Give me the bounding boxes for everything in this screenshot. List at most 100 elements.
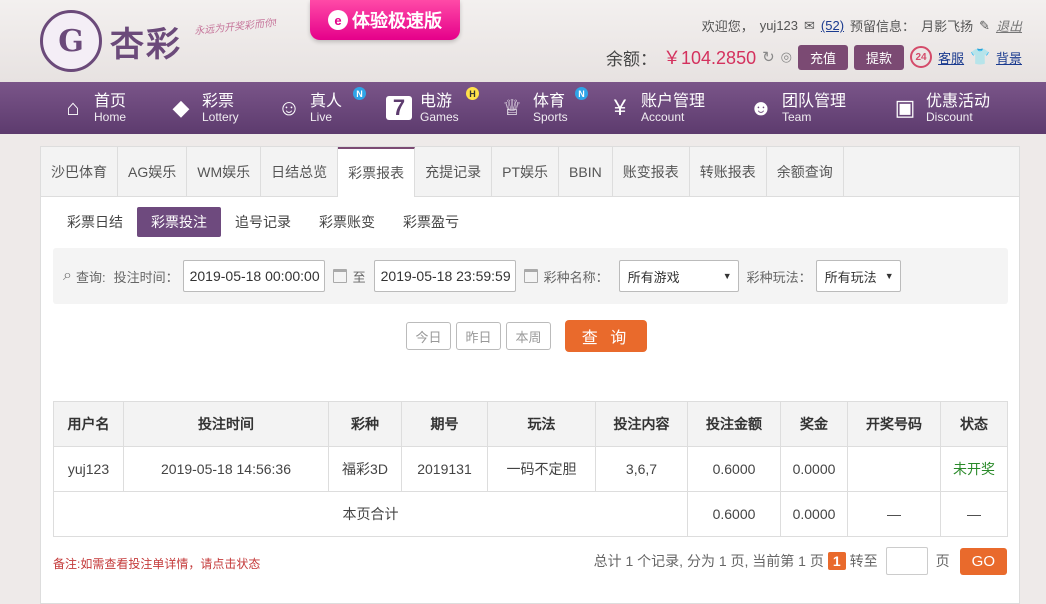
- tab-daily-summary[interactable]: 日结总览: [261, 147, 339, 196]
- lottery-icon: ◆: [172, 95, 190, 120]
- deposit-button[interactable]: 充值: [798, 44, 849, 70]
- logout-link[interactable]: 退出: [996, 16, 1022, 35]
- total-amount: 0.6000: [687, 491, 781, 537]
- chevron-down-icon: ▼: [722, 271, 732, 281]
- tab-balance-query[interactable]: 余额查询: [767, 147, 844, 196]
- balance-value: ￥104.2850: [663, 48, 757, 68]
- subtab-profit-loss[interactable]: 彩票盈亏: [389, 207, 473, 237]
- tab-pt[interactable]: PT娱乐: [492, 147, 560, 196]
- mail-count-link[interactable]: (52): [821, 18, 844, 33]
- user-info-bar: 欢迎您， yuj123 ✉ (52) 预留信息： 月影飞扬 ✎ 退出: [702, 16, 1022, 35]
- nav-live[interactable]: ☺ 真人 Live N: [276, 82, 366, 134]
- nav-label: 电游: [420, 92, 453, 110]
- subtab-bets[interactable]: 彩票投注: [137, 207, 221, 237]
- nav-label: 真人: [310, 92, 343, 110]
- total-numbers: —: [847, 491, 941, 537]
- tab-saba-sports[interactable]: 沙巴体育: [41, 147, 118, 196]
- tab-deposit-withdraw[interactable]: 充提记录: [415, 147, 493, 196]
- nav-team[interactable]: ☻ 团队管理 Team: [748, 82, 846, 134]
- calendar-icon[interactable]: [523, 269, 538, 283]
- current-page-button[interactable]: 1: [827, 552, 846, 570]
- home-icon: ⌂: [66, 95, 80, 120]
- username: yuj123: [759, 18, 799, 33]
- col-status: 状态: [940, 401, 1008, 447]
- cell-bonus: 0.0000: [780, 446, 848, 492]
- bets-table: 用户名 投注时间 彩种 期号 玩法 投注内容 投注金额 奖金 开奖号码 状态 y…: [53, 401, 1008, 537]
- page-unit-label: 页: [935, 553, 950, 569]
- total-status: —: [940, 491, 1008, 537]
- tab-account-change[interactable]: 账变报表: [613, 147, 690, 196]
- nav-games[interactable]: 7 电游 Games H: [386, 82, 479, 134]
- notice-value: 月影飞扬: [921, 19, 974, 34]
- logo[interactable]: G 杏彩: [40, 10, 182, 72]
- background-link[interactable]: 背景: [996, 48, 1022, 67]
- end-time-input[interactable]: 2019-05-18 23:59:59: [373, 260, 516, 292]
- yesterday-button[interactable]: 昨日: [456, 322, 501, 350]
- lottery-select[interactable]: 所有游戏 ▼: [618, 260, 739, 292]
- shirt-icon[interactable]: 👕: [970, 47, 990, 67]
- speed-version-button[interactable]: e 体验极速版: [310, 0, 460, 40]
- nav-home[interactable]: ⌂ 首页 Home: [60, 82, 126, 134]
- hide-balance-icon[interactable]: ◎: [781, 49, 792, 65]
- calendar-icon[interactable]: [332, 269, 347, 283]
- balance-bar: 余额： ￥104.2850 ↻ ◎ 充值 提款 24 客服 👕 背景: [606, 44, 1022, 70]
- welcome-label: 欢迎您，: [701, 19, 754, 34]
- nav-account[interactable]: ¥ 账户管理 Account: [607, 82, 705, 134]
- subtab-chase[interactable]: 追号记录: [221, 207, 305, 237]
- play-select[interactable]: 所有玩法 ▼: [815, 260, 901, 292]
- nav-sublabel: Home: [94, 109, 127, 124]
- nav-lottery[interactable]: ◆ 彩票 Lottery: [168, 82, 239, 134]
- subtab-daily[interactable]: 彩票日结: [53, 207, 137, 237]
- goto-label: 转至: [849, 553, 878, 569]
- chevron-down-icon: ▼: [884, 271, 894, 281]
- slot-seven-icon: 7: [386, 96, 412, 120]
- subtab-account-change[interactable]: 彩票账变: [305, 207, 389, 237]
- nav-label: 团队管理: [782, 92, 847, 110]
- site-header: G 杏彩 永远为开奖彩而你! e 体验极速版 欢迎您， yuj123 ✉ (52…: [0, 0, 1046, 82]
- nav-discount[interactable]: ▣ 优惠活动 Discount: [892, 82, 990, 134]
- new-badge: N: [353, 87, 366, 100]
- nav-label: 账户管理: [641, 92, 706, 110]
- refresh-icon[interactable]: ↻: [762, 48, 775, 66]
- tab-bbin[interactable]: BBIN: [559, 147, 613, 196]
- query-label: 查询:: [75, 269, 106, 285]
- pagination: 总计 1 个记录, 分为 1 页, 当前第 1 页 1 转至 页 GO: [594, 547, 1007, 575]
- col-bonus: 奖金: [780, 401, 848, 447]
- logo-mark: G: [40, 10, 102, 72]
- col-content: 投注内容: [595, 401, 688, 447]
- customer-service-link[interactable]: 客服: [938, 48, 964, 67]
- nav-label: 体育: [533, 92, 566, 110]
- tab-transfer[interactable]: 转账报表: [690, 147, 767, 196]
- cell-username: yuj123: [53, 446, 124, 492]
- cell-issue: 2019131: [401, 446, 488, 492]
- withdraw-button[interactable]: 提款: [854, 44, 905, 70]
- nav-sublabel: Games: [420, 109, 459, 124]
- notice-label: 预留信息：: [850, 19, 916, 34]
- mail-icon[interactable]: ✉: [804, 18, 815, 34]
- status-link[interactable]: 未开奖: [940, 446, 1008, 492]
- total-row: 本页合计 0.6000 0.0000 — —: [53, 491, 1008, 537]
- nav-sports[interactable]: ♕ 体育 Sports N: [499, 82, 588, 134]
- tab-wm[interactable]: WM娱乐: [187, 147, 262, 196]
- bet-detail-note: 备注:如需查看投注单详情，请点击状态: [53, 557, 261, 571]
- today-button[interactable]: 今日: [406, 322, 451, 350]
- logo-text: 杏彩: [110, 24, 182, 65]
- pagination-summary: 总计 1 个记录, 分为 1 页, 当前第 1 页: [593, 553, 824, 569]
- go-button[interactable]: GO: [959, 547, 1007, 575]
- query-button[interactable]: 查 询: [565, 320, 647, 352]
- nav-label: 首页: [94, 92, 127, 110]
- lottery-select-value: 所有游戏: [627, 269, 680, 285]
- goto-page-input[interactable]: [885, 547, 928, 575]
- main-nav: ⌂ 首页 Home ◆ 彩票 Lottery ☺ 真人 Live N 7 电游 Game…: [0, 82, 1046, 134]
- tab-lottery-report[interactable]: 彩票报表: [338, 147, 416, 197]
- start-time-input[interactable]: 2019-05-18 00:00:00: [182, 260, 325, 292]
- promo-label: 体验极速版: [352, 11, 442, 31]
- account-icon: ¥: [613, 95, 627, 120]
- edit-icon[interactable]: ✎: [979, 18, 990, 34]
- customer-service-icon[interactable]: 24: [910, 46, 933, 68]
- col-issue: 期号: [401, 401, 488, 447]
- trophy-icon: ♕: [502, 95, 522, 120]
- play-select-value: 所有玩法: [824, 269, 877, 285]
- tab-ag[interactable]: AG娱乐: [118, 147, 188, 196]
- this-week-button[interactable]: 本周: [506, 322, 551, 350]
